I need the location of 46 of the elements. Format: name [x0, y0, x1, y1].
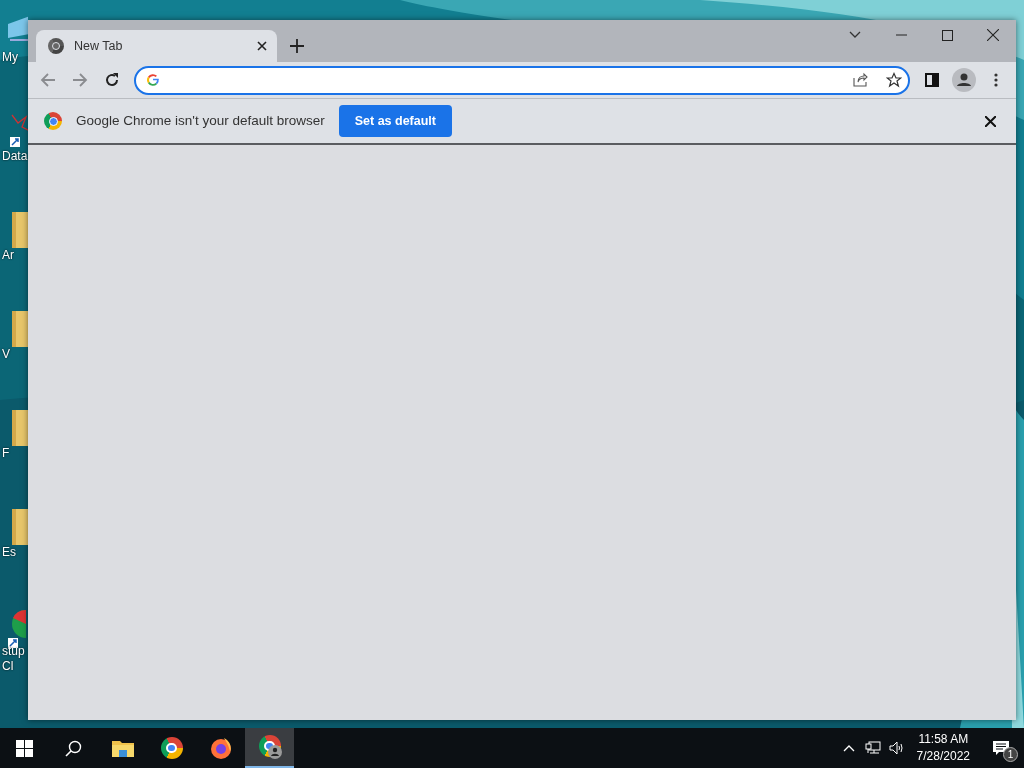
maximize-icon [941, 29, 953, 41]
chrome-icon [48, 38, 64, 54]
browser-tab[interactable]: New Tab [36, 30, 277, 62]
icon-label: Ar [1, 248, 14, 263]
plus-icon [290, 39, 304, 53]
chrome-profile-button[interactable] [245, 728, 294, 768]
chrome-icon [44, 112, 62, 130]
tab-title: New Tab [74, 37, 124, 55]
chrome-icon [160, 737, 183, 759]
icon-label: My [1, 50, 18, 65]
search-icon [65, 739, 82, 757]
set-default-button[interactable]: Set as default [338, 104, 452, 138]
icon-label: Cl [1, 659, 14, 674]
minimize-icon [895, 34, 907, 36]
forward-arrow-icon [72, 72, 88, 88]
infobar-message: Google Chrome isn't your default browser [76, 111, 325, 130]
icon-label: V [1, 347, 10, 362]
close-icon [987, 29, 999, 41]
side-panel-icon [925, 73, 939, 87]
profile-button[interactable] [950, 66, 978, 94]
star-icon[interactable] [886, 72, 902, 88]
clock-icon: 11:58 AM [916, 731, 970, 748]
volume-icon-icon [888, 741, 905, 755]
clock[interactable]: 11:58 AM 7/28/2022 [908, 731, 978, 765]
close-icon[interactable] [257, 41, 267, 51]
icon-label: F [1, 446, 10, 461]
close-icon [984, 115, 996, 127]
reload-icon [104, 72, 120, 88]
back-arrow-icon [40, 72, 56, 88]
firefox-icon [209, 737, 232, 759]
notification-count: 1 [1003, 747, 1018, 762]
caret-icon-icon [842, 744, 855, 752]
notification-icon [993, 740, 1009, 756]
icon-label: stup [1, 644, 25, 659]
windows-icon [16, 739, 33, 757]
icon-label: Es [1, 545, 16, 560]
google-icon [146, 73, 160, 87]
icon-label: Data [1, 149, 28, 164]
menu-icon [994, 73, 998, 87]
network-icon-icon [864, 741, 881, 755]
share-icon[interactable] [852, 72, 868, 88]
profile-icon [952, 68, 976, 92]
folder-icon [111, 739, 134, 757]
address-bar[interactable] [134, 65, 910, 95]
chevron-down-icon [849, 31, 861, 39]
notification-button[interactable]: 1 [978, 728, 1024, 768]
